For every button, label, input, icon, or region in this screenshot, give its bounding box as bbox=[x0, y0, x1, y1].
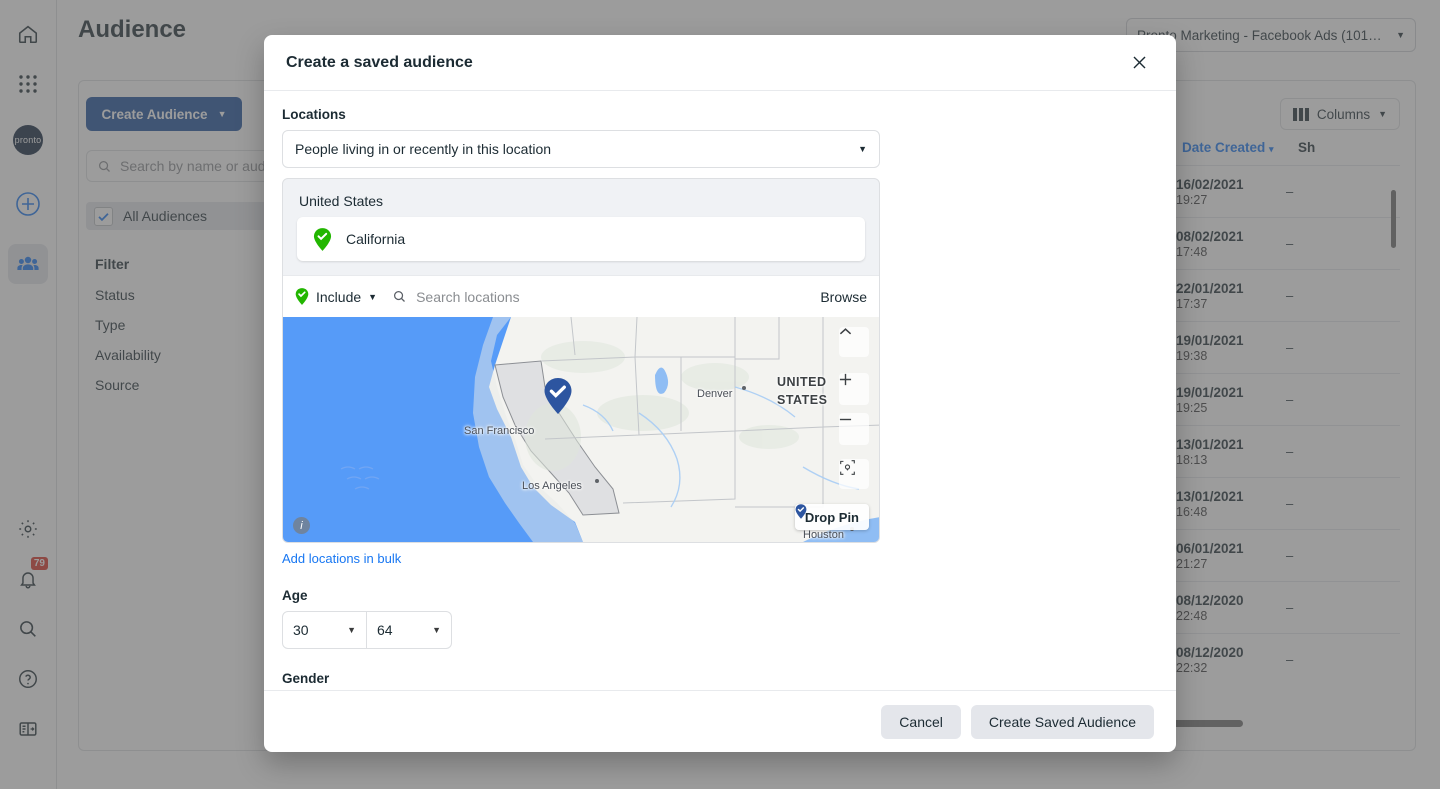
age-min-select[interactable]: 30 ▼ bbox=[282, 611, 367, 649]
close-icon[interactable] bbox=[1124, 48, 1154, 78]
map-locate-button[interactable] bbox=[839, 459, 869, 489]
map-info-icon[interactable]: i bbox=[293, 517, 310, 534]
cancel-button[interactable]: Cancel bbox=[881, 704, 961, 739]
dialog-title: Create a saved audience bbox=[286, 53, 473, 71]
map-zoom-in-button[interactable] bbox=[839, 373, 869, 405]
chevron-down-icon: ▼ bbox=[858, 144, 867, 154]
drop-pin-icon bbox=[795, 504, 807, 519]
age-max-select[interactable]: 64 ▼ bbox=[367, 611, 452, 649]
dialog-footer: Cancel Create Saved Audience bbox=[264, 690, 1176, 752]
location-pin-check-icon bbox=[313, 227, 332, 251]
browse-link[interactable]: Browse bbox=[820, 289, 867, 305]
include-pin-icon bbox=[295, 288, 309, 305]
gender-label: Gender bbox=[282, 671, 330, 686]
locations-label: Locations bbox=[282, 107, 346, 122]
chevron-down-icon: ▼ bbox=[347, 625, 356, 635]
locations-panel: United States California Include ▼ Searc… bbox=[282, 178, 880, 543]
locations-map[interactable]: UNITED STATES San Francisco Los Angeles … bbox=[283, 317, 879, 542]
drop-pin-label: Drop Pin bbox=[804, 509, 859, 525]
dialog-body: Locations People living in or recently i… bbox=[264, 91, 1176, 690]
map-location-pin-icon[interactable] bbox=[543, 377, 573, 415]
location-search-row: Include ▼ Search locations Browse bbox=[283, 275, 879, 317]
location-type-value: People living in or recently in this loc… bbox=[295, 141, 552, 157]
chevron-down-icon: ▼ bbox=[432, 625, 441, 635]
search-icon bbox=[394, 290, 406, 302]
map-collapse-button[interactable] bbox=[839, 327, 869, 357]
country-label: United States bbox=[299, 193, 384, 209]
location-type-select[interactable]: People living in or recently in this loc… bbox=[282, 130, 880, 168]
map-zoom-out-button[interactable] bbox=[839, 413, 869, 445]
age-range-group: 30 ▼ 64 ▼ bbox=[282, 611, 1158, 649]
add-locations-bulk-link[interactable]: Add locations in bulk bbox=[282, 551, 1158, 566]
age-max-value: 64 bbox=[377, 622, 393, 638]
selected-location-chip[interactable]: California bbox=[297, 217, 865, 261]
dialog-header: Create a saved audience bbox=[264, 35, 1176, 91]
search-locations-input[interactable]: Search locations bbox=[416, 289, 520, 305]
map-city-dot-denver bbox=[742, 386, 746, 390]
map-graphic bbox=[340, 317, 879, 542]
chevron-down-icon: ▼ bbox=[368, 291, 378, 302]
age-label: Age bbox=[282, 588, 308, 603]
include-exclude-select[interactable]: Include ▼ bbox=[295, 288, 377, 305]
create-saved-audience-dialog: Create a saved audience Locations People… bbox=[264, 35, 1176, 752]
map-city-dot-los-angeles bbox=[595, 479, 599, 483]
drop-pin-button[interactable]: Drop Pin bbox=[794, 504, 869, 530]
include-label: Include bbox=[316, 288, 362, 305]
age-min-value: 30 bbox=[293, 622, 309, 638]
selected-location-label: California bbox=[346, 231, 406, 247]
create-saved-audience-button[interactable]: Create Saved Audience bbox=[970, 704, 1154, 739]
